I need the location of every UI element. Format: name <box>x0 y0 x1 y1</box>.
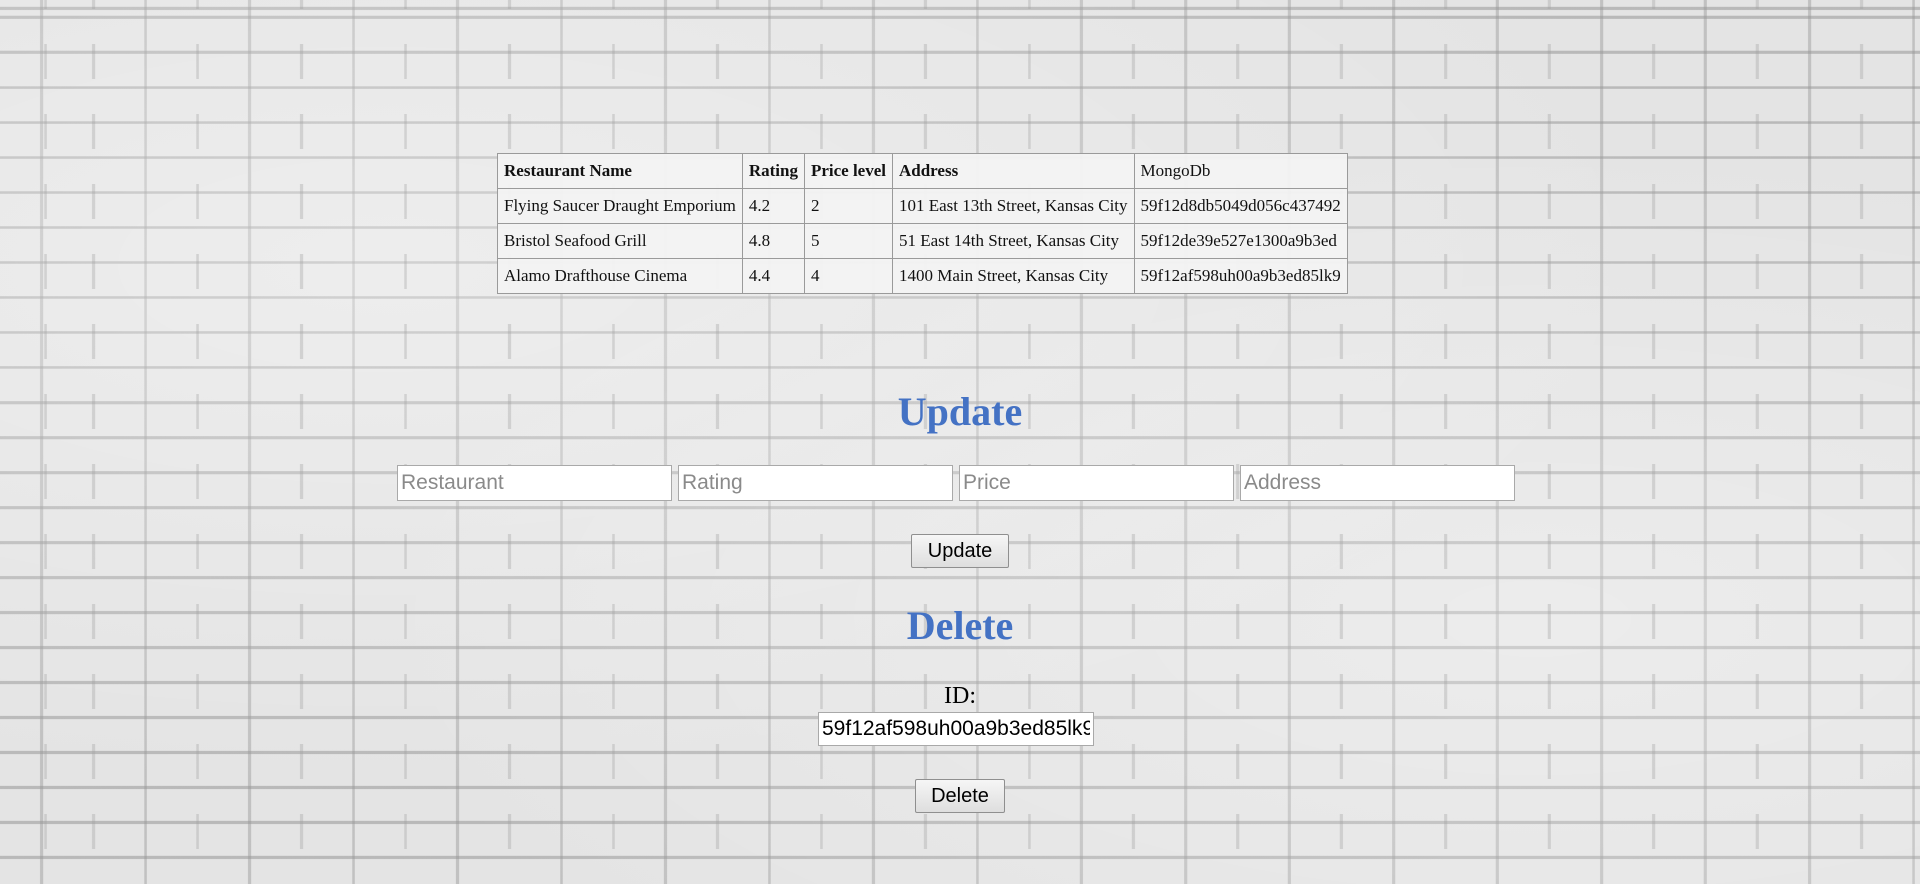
cell-address: 1400 Main Street, Kansas City <box>891 258 1135 294</box>
cell-mongodb-id: 59f12af598uh00a9b3ed85lk9 <box>1133 258 1348 294</box>
delete-heading: Delete <box>906 603 1014 648</box>
table-row: Bristol Seafood Grill 4.8 5 51 East 14th… <box>497 223 1348 259</box>
restaurant-input[interactable] <box>397 465 672 501</box>
cell-address: 51 East 14th Street, Kansas City <box>891 223 1135 259</box>
table-header-row: Restaurant Name Rating Price level Addre… <box>497 153 1348 189</box>
table-row: Alamo Drafthouse Cinema 4.4 4 1400 Main … <box>497 258 1348 294</box>
cell-price-level: 5 <box>803 223 893 259</box>
update-heading: Update <box>897 389 1023 434</box>
cell-rating: 4.4 <box>741 258 805 294</box>
header-mongodb: MongoDb <box>1133 153 1348 189</box>
cell-restaurant-name: Bristol Seafood Grill <box>497 223 743 259</box>
brick-wall-background <box>0 0 1920 884</box>
restaurants-table: Restaurant Name Rating Price level Addre… <box>497 153 1348 294</box>
price-input[interactable] <box>959 465 1234 501</box>
header-rating: Rating <box>741 153 805 189</box>
rating-input[interactable] <box>678 465 953 501</box>
table-row: Flying Saucer Draught Emporium 4.2 2 101… <box>497 188 1348 224</box>
header-restaurant-name: Restaurant Name <box>497 153 743 189</box>
header-address: Address <box>891 153 1135 189</box>
cell-rating: 4.2 <box>741 188 805 224</box>
address-input[interactable] <box>1240 465 1515 501</box>
cell-mongodb-id: 59f12de39e527e1300a9b3ed <box>1133 223 1348 259</box>
update-form <box>397 465 1515 501</box>
cell-address: 101 East 13th Street, Kansas City <box>891 188 1135 224</box>
header-price-level: Price level <box>803 153 893 189</box>
delete-id-input[interactable] <box>818 712 1094 746</box>
delete-button[interactable]: Delete <box>915 779 1005 813</box>
cell-price-level: 2 <box>803 188 893 224</box>
id-label: ID: <box>944 683 976 709</box>
cell-restaurant-name: Alamo Drafthouse Cinema <box>497 258 743 294</box>
update-button[interactable]: Update <box>911 534 1009 568</box>
cell-rating: 4.8 <box>741 223 805 259</box>
cell-restaurant-name: Flying Saucer Draught Emporium <box>497 188 743 224</box>
cell-mongodb-id: 59f12d8db5049d056c437492 <box>1133 188 1348 224</box>
cell-price-level: 4 <box>803 258 893 294</box>
